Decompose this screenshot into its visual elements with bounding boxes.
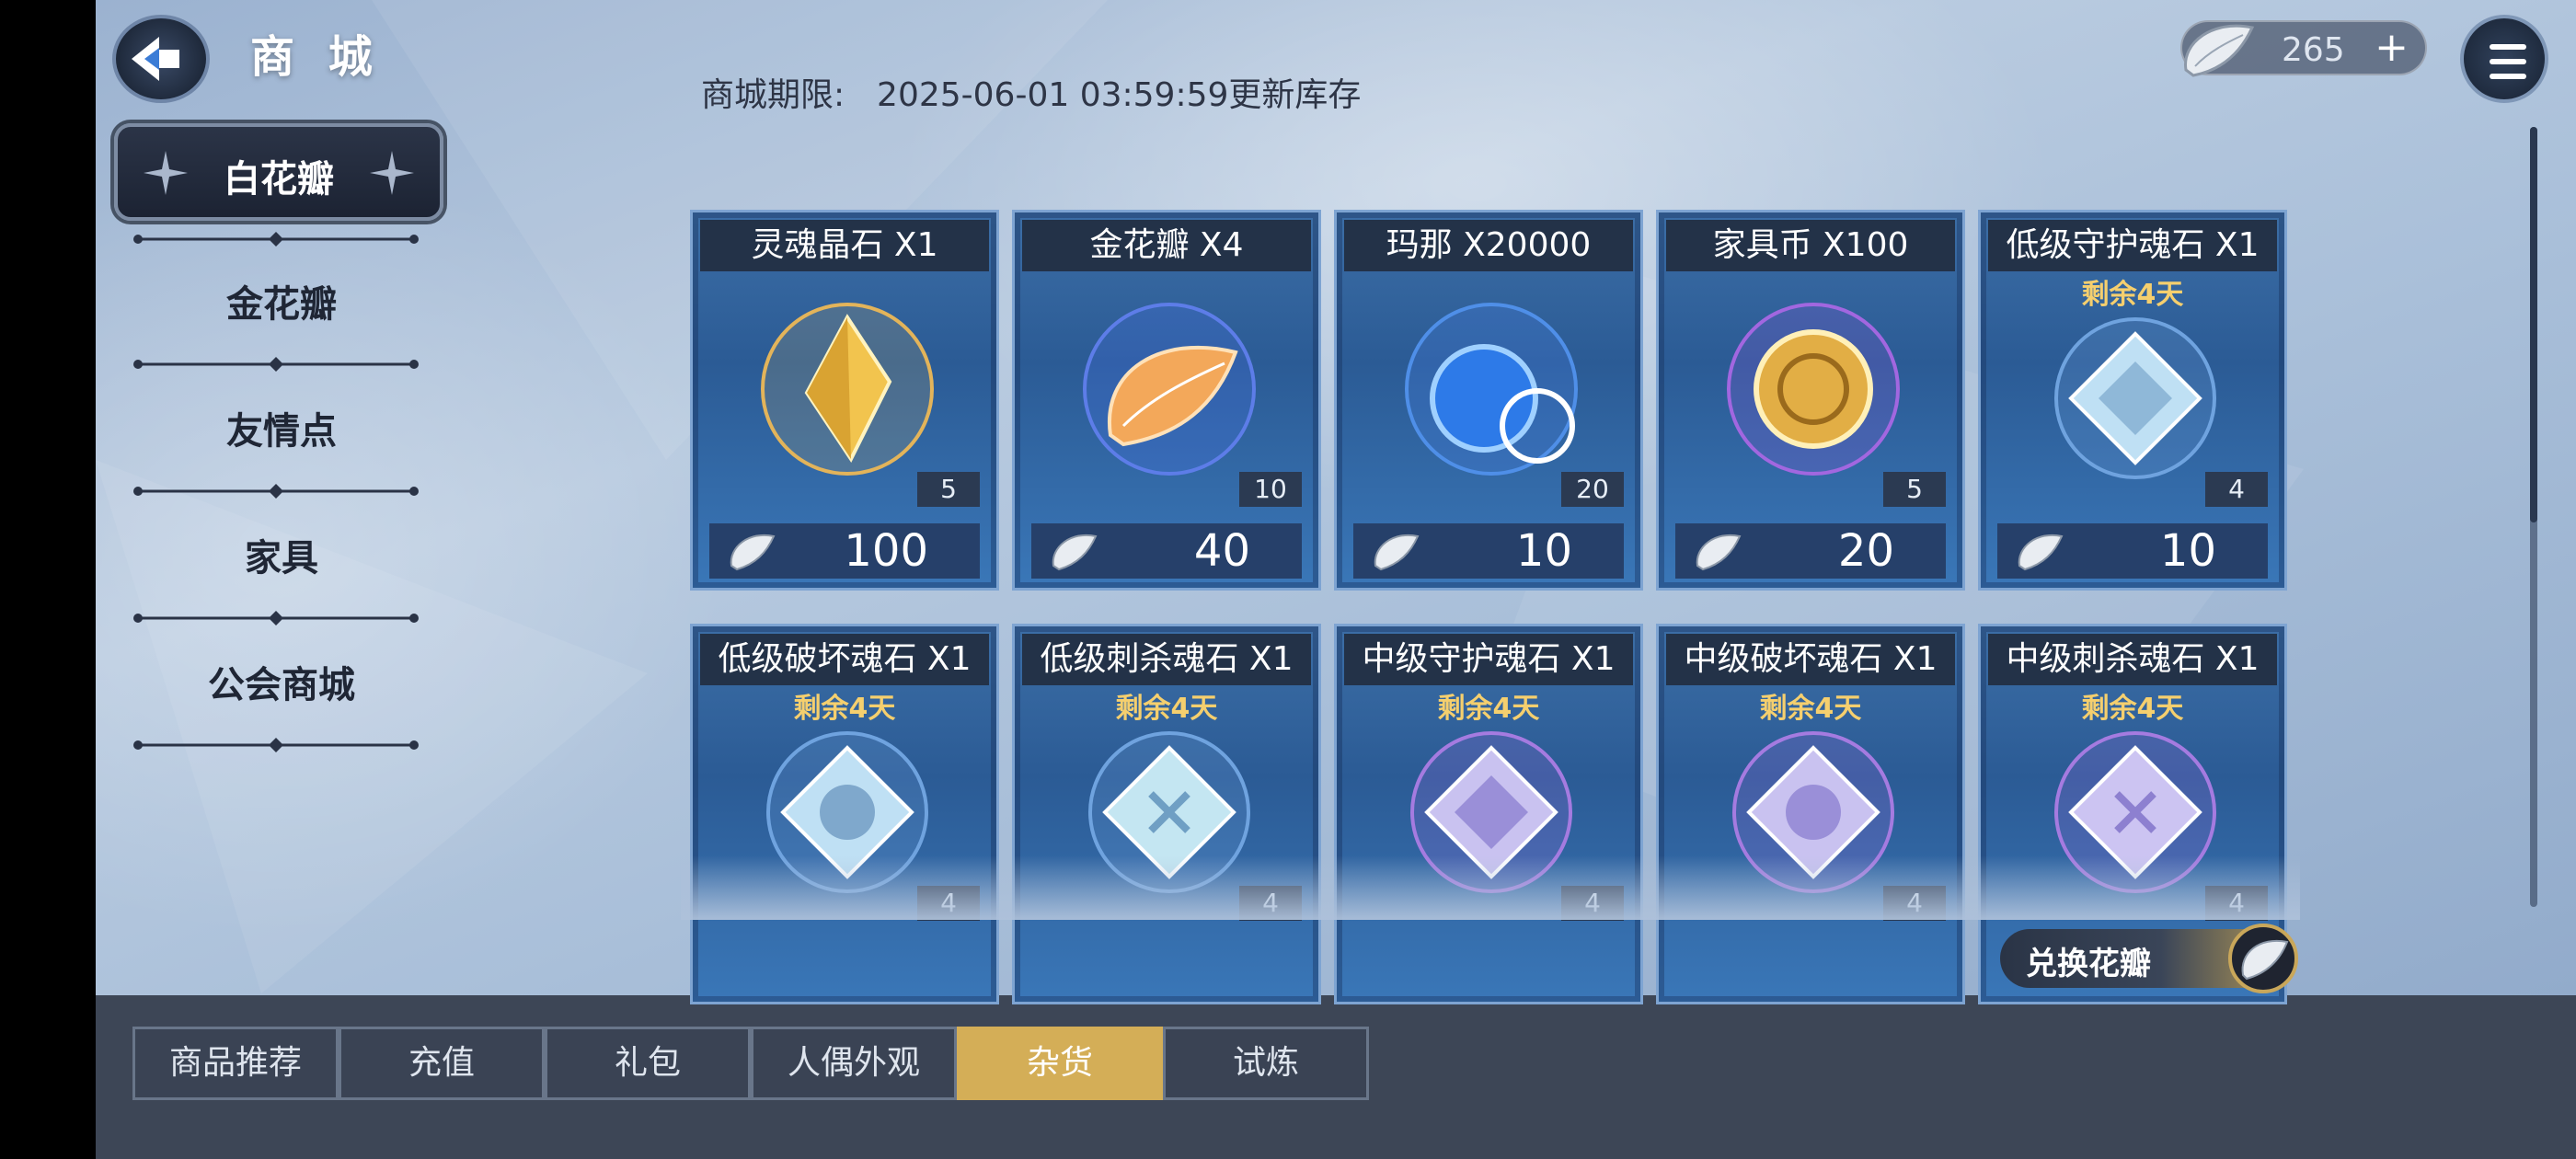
product-name: 中级破坏魂石 X1 (1666, 634, 1955, 685)
add-currency-button[interactable]: + (2375, 28, 2409, 68)
product-price: 100 (844, 525, 928, 577)
divider-ornament (133, 232, 419, 247)
scrollbar-thumb[interactable] (2530, 127, 2537, 522)
price-bar: 100 (709, 523, 980, 579)
left-letterbox (0, 0, 96, 1159)
tab-gift-pack[interactable]: 礼包 (545, 1027, 751, 1100)
product-card[interactable]: 低级守护魂石 X1 剩余4天 4 10 (1978, 210, 2287, 591)
guard-soulstone-icon (2054, 317, 2216, 479)
sidebar-item-furniture[interactable]: 家具 (129, 528, 434, 581)
product-card[interactable]: 中级守护魂石 X1 剩余4天 4 (1334, 624, 1643, 1004)
tab-doll-appearance[interactable]: 人偶外观 (751, 1027, 957, 1100)
product-card[interactable]: 家具币 X100 5 20 (1656, 210, 1965, 591)
product-name: 低级刺杀魂石 X1 (1022, 634, 1311, 685)
product-price: 20 (1837, 525, 1894, 577)
tab-recharge[interactable]: 充值 (339, 1027, 545, 1100)
star-ornament-icon (370, 151, 414, 195)
product-card[interactable]: 金花瓣 X4 10 40 (1012, 210, 1321, 591)
sidebar-item-gold-petal[interactable]: 金花瓣 (129, 274, 434, 327)
product-name: 玛那 X20000 (1344, 220, 1633, 271)
sidebar-item-guild-shop[interactable]: 公会商城 (129, 655, 434, 708)
stock-count: 20 (1561, 472, 1624, 507)
tab-recommended[interactable]: 商品推荐 (132, 1027, 339, 1100)
scrollbar[interactable] (2530, 127, 2537, 907)
white-petal-icon (1696, 534, 1742, 571)
tab-trial[interactable]: 试炼 (1163, 1027, 1369, 1100)
price-bar: 20 (1675, 523, 1946, 579)
price-bar: 10 (1353, 523, 1624, 579)
product-name: 低级守护魂石 X1 (1988, 220, 2277, 271)
white-petal-icon (1052, 534, 1098, 571)
stock-count: 4 (2205, 472, 2268, 507)
stock-count: 5 (1883, 472, 1946, 507)
white-petal-icon (1374, 534, 1420, 571)
expire-value: 2025-06-01 03:59:59更新库存 (877, 76, 1362, 114)
white-petal-icon (2184, 24, 2255, 77)
product-card[interactable]: 低级破坏魂石 X1 剩余4天 4 (690, 624, 999, 1004)
product-name: 金花瓣 X4 (1022, 220, 1311, 271)
divider-ornament (133, 357, 419, 372)
menu-icon-line (2490, 59, 2526, 64)
product-name: 低级破坏魂石 X1 (700, 634, 989, 685)
product-price: 10 (2159, 525, 2216, 577)
product-price: 40 (1193, 525, 1250, 577)
white-petal-icon (2241, 939, 2289, 981)
back-button[interactable] (112, 15, 210, 103)
product-card[interactable]: 灵魂晶石 X1 5 100 (690, 210, 999, 591)
product-name: 中级刺杀魂石 X1 (1988, 634, 2277, 685)
stock-count: 10 (1239, 472, 1302, 507)
white-petal-currency: 265 + (2180, 20, 2427, 77)
expire-label: 商城期限: (701, 76, 845, 114)
mana-icon (1405, 303, 1578, 476)
divider-ornament (133, 611, 419, 625)
grid-fade-overlay (681, 855, 2300, 920)
white-petal-icon (2018, 534, 2064, 571)
divider-ornament (133, 738, 419, 752)
price-bar: 10 (1997, 523, 2268, 579)
crystal-icon (761, 303, 934, 476)
exchange-label: 兑换花瓣 (2026, 946, 2151, 982)
tab-misc[interactable]: 杂货 (957, 1027, 1163, 1100)
sidebar-item-white-petal[interactable]: 白花瓣 (114, 123, 443, 221)
product-name: 家具币 X100 (1666, 220, 1955, 271)
price-bar: 40 (1031, 523, 1302, 579)
stock-count: 5 (917, 472, 980, 507)
product-price: 10 (1515, 525, 1572, 577)
back-arrow-icon (132, 37, 179, 81)
product-name: 灵魂晶石 X1 (700, 220, 989, 271)
page-title: 商 城 (250, 31, 382, 83)
gold-petal-icon (1083, 303, 1256, 476)
currency-amount: 265 (2282, 31, 2345, 69)
petal-exchange-icon (2228, 924, 2298, 993)
divider-ornament (133, 484, 419, 499)
menu-icon (2490, 44, 2526, 50)
menu-button[interactable] (2460, 15, 2548, 103)
product-card[interactable]: 玛那 X20000 20 10 (1334, 210, 1643, 591)
white-petal-icon (730, 534, 776, 571)
shop-expire-info: 商城期限: 2025-06-01 03:59:59更新库存 (701, 68, 1361, 116)
exchange-petals-button[interactable]: 兑换花瓣 (2000, 924, 2298, 993)
product-card[interactable]: 低级刺杀魂石 X1 剩余4天 4 (1012, 624, 1321, 1004)
menu-icon-line (2490, 74, 2526, 79)
furniture-coin-icon (1727, 303, 1900, 476)
sidebar-item-friendship[interactable]: 友情点 (129, 401, 434, 454)
product-name: 中级守护魂石 X1 (1344, 634, 1633, 685)
product-card[interactable]: 中级破坏魂石 X1 剩余4天 4 (1656, 624, 1965, 1004)
